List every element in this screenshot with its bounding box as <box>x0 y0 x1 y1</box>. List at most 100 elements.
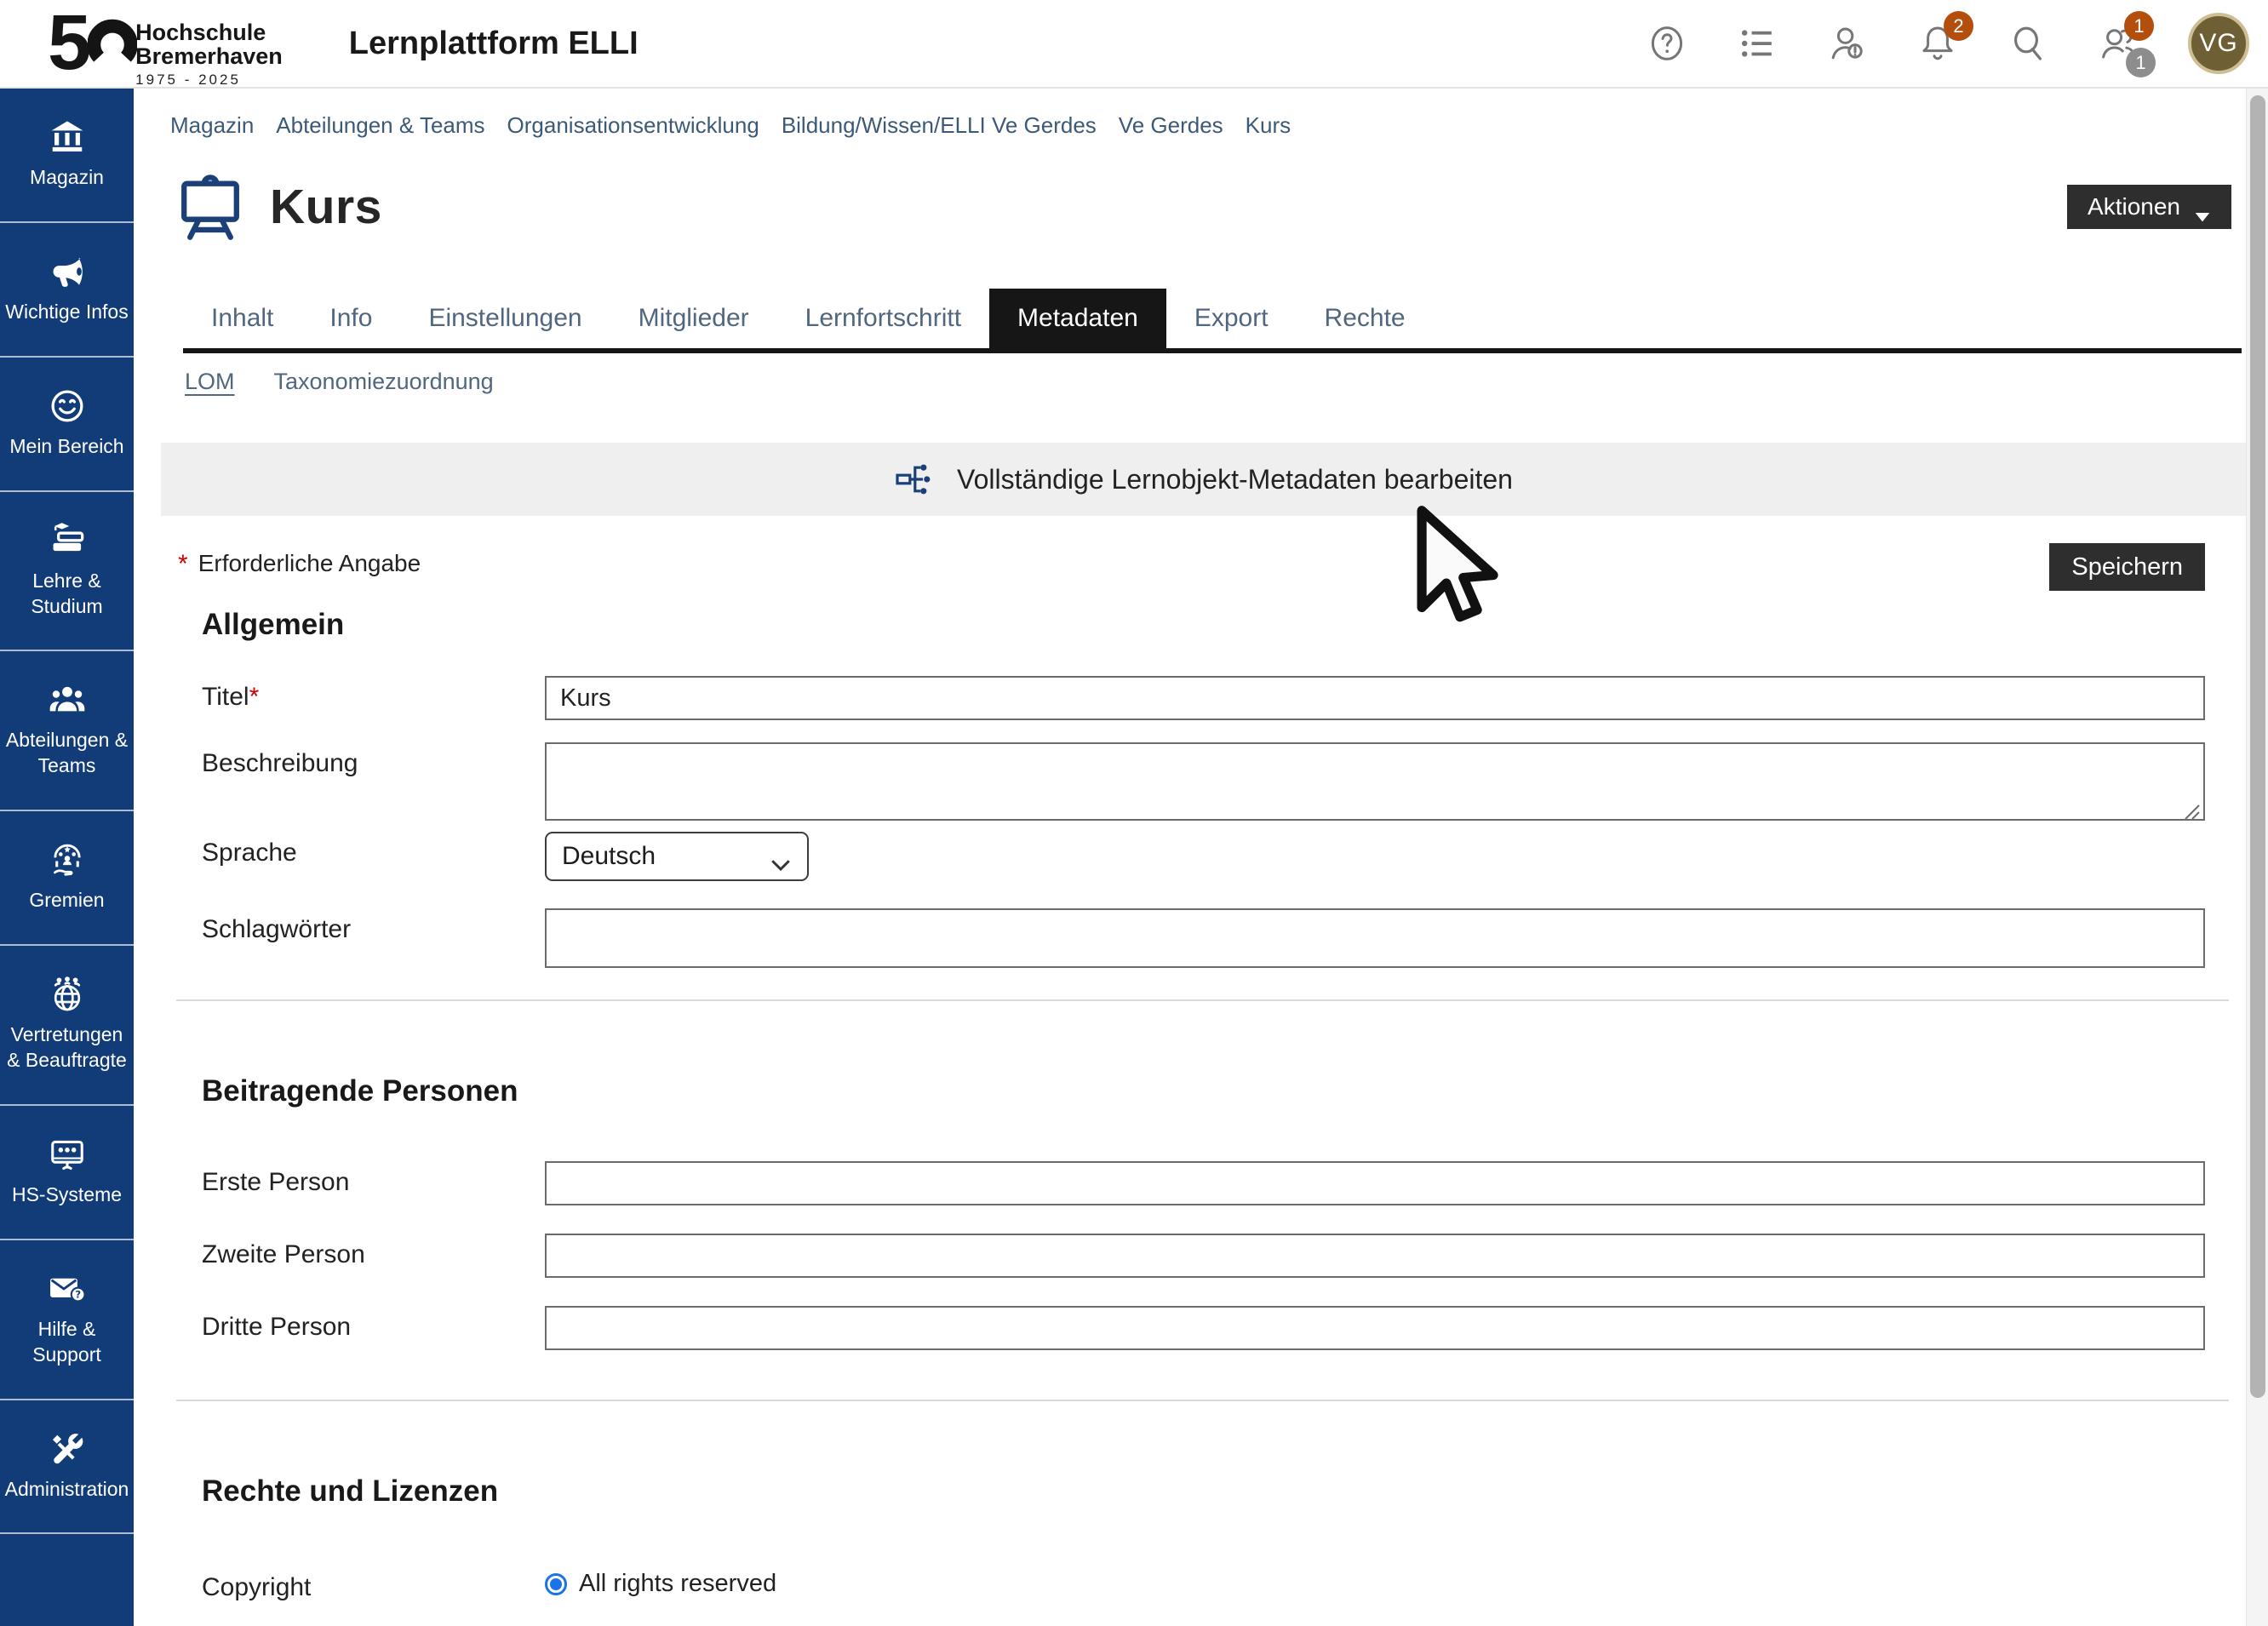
zweite-person-input[interactable] <box>545 1234 2205 1278</box>
tab-inhalt[interactable]: Inhalt <box>183 289 301 348</box>
sidebar-item-label: Vertretungen & Beauftragte <box>4 1022 129 1074</box>
badge-count: 1 <box>2124 11 2154 41</box>
dritte-person-input[interactable] <box>545 1306 2205 1350</box>
sprache-label: Sprache <box>202 832 545 867</box>
smiley-icon <box>48 386 87 426</box>
breadcrumb-bildung-wissen: Bildung/Wissen/ELLI Ve Gerdes › <box>782 112 1097 139</box>
gremien-icon <box>48 840 87 879</box>
metadata-tree-icon <box>894 459 935 500</box>
mail-question-icon: ? <box>48 1269 87 1308</box>
top-bar: 5 Hochschule Bremerhaven 1975 - 2025 Ler… <box>0 0 2268 89</box>
dritte-person-label: Dritte Person <box>202 1306 545 1342</box>
resize-grip-icon[interactable] <box>2182 802 2201 821</box>
field-row-erste-person: Erste Person <box>202 1161 2205 1205</box>
tools-icon <box>48 1429 87 1469</box>
copyright-radio[interactable] <box>545 1573 567 1595</box>
sidebar-item-wichtige-infos[interactable]: Wichtige Infos <box>0 223 134 358</box>
breadcrumb-abteilungen-teams: Abteilungen & Teams › <box>276 112 484 139</box>
aktionen-button[interactable]: Aktionen <box>2067 185 2231 229</box>
caret-down-icon <box>2194 202 2211 213</box>
schlagwoerter-label: Schlagwörter <box>202 908 545 944</box>
tab-mitglieder[interactable]: Mitglieder <box>610 289 777 348</box>
globe-people-icon <box>48 975 87 1014</box>
form-header: * Erforderliche Angabe Speichern <box>178 543 2205 591</box>
save-button[interactable]: Speichern <box>2049 543 2205 591</box>
subtab-label: LOM <box>185 369 235 394</box>
tab-label: Einstellungen <box>428 304 581 333</box>
field-row-dritte-person: Dritte Person <box>202 1306 2205 1350</box>
titel-input[interactable] <box>545 676 2205 720</box>
tab-bar: Inhalt Info Einstellungen Mitglieder Ler… <box>183 289 2242 353</box>
scrollbar-thumb[interactable] <box>2250 95 2265 1398</box>
sidebar-item-abteilungen-teams[interactable]: Abteilungen & Teams <box>0 651 134 811</box>
breadcrumb-kurs: Kurs › <box>1246 112 1291 139</box>
subtab-taxonomiezuordnung[interactable]: Taxonomiezuordnung <box>274 369 494 398</box>
logo-line2: Bremerhaven <box>135 44 283 68</box>
sprache-select[interactable]: Deutsch <box>545 832 809 881</box>
sidebar-item-mein-bereich[interactable]: Mein Bereich <box>0 358 134 492</box>
subtab-bar: LOM Taxonomiezuordnung <box>185 369 2246 398</box>
schlagwoerter-input[interactable] <box>545 908 2205 968</box>
sidebar-item-hilfe-support[interactable]: ? Hilfe & Support <box>0 1240 134 1400</box>
required-hint: * Erforderliche Angabe <box>178 550 421 579</box>
tab-rechte[interactable]: Rechte <box>1297 289 1434 348</box>
sidebar-item-label: Magazin <box>30 165 104 191</box>
user-status-icon[interactable] <box>1827 23 1868 64</box>
help-icon <box>1647 23 1687 64</box>
copyright-label: Copyright <box>202 1566 545 1602</box>
field-row-copyright: Copyright All rights reserved <box>202 1566 2205 1602</box>
breadcrumb-organisationsentwicklung: Organisationsentwicklung › <box>507 112 759 139</box>
tab-info[interactable]: Info <box>301 289 400 348</box>
field-row-sprache: Sprache Deutsch <box>202 832 2205 881</box>
svg-text:?: ? <box>75 1288 81 1300</box>
list-icon[interactable] <box>1737 23 1778 64</box>
subtab-lom[interactable]: LOM <box>185 369 235 398</box>
tab-label: Mitglieder <box>639 304 749 333</box>
notifications-icon[interactable]: 2 <box>1917 23 1958 64</box>
person-alert-icon <box>1827 23 1868 64</box>
copyright-option-label: All rights reserved <box>579 1570 776 1598</box>
app-window: 5 Hochschule Bremerhaven 1975 - 2025 Ler… <box>0 0 2268 1626</box>
sidebar-item-lehre-studium[interactable]: Lehre & Studium <box>0 492 134 652</box>
edit-full-metadata-banner[interactable]: Vollständige Lernobjekt-Metadaten bearbe… <box>161 443 2246 516</box>
erste-person-input[interactable] <box>545 1161 2205 1205</box>
erste-person-label: Erste Person <box>202 1161 545 1197</box>
megaphone-icon <box>48 252 87 291</box>
course-board-icon <box>175 171 246 243</box>
sidebar-item-hs-systeme[interactable]: HS-Systeme <box>0 1106 134 1240</box>
tab-export[interactable]: Export <box>1166 289 1297 348</box>
help-icon[interactable] <box>1647 23 1687 64</box>
hochschule-bremerhaven-logo: 5 Hochschule Bremerhaven 1975 - 2025 <box>48 0 283 89</box>
badge-count: 2 <box>1944 11 1973 41</box>
sidebar-item-vertretungen[interactable]: Vertretungen & Beauftragte <box>0 946 134 1106</box>
field-row-schlagwoerter: Schlagwörter <box>202 908 2205 968</box>
tab-label: Inhalt <box>211 304 273 333</box>
books-icon <box>48 521 87 560</box>
search-icon[interactable] <box>2007 23 2048 64</box>
tab-metadaten[interactable]: Metadaten <box>989 289 1166 348</box>
sidebar-item-label: Wichtige Infos <box>5 300 128 325</box>
app-title: Lernplattform ELLI <box>349 26 639 62</box>
field-row-titel: Titel* <box>202 676 2205 720</box>
tab-label: Info <box>329 304 372 333</box>
page-title: Kurs <box>270 179 382 235</box>
section-divider <box>176 1400 2229 1401</box>
main-content: Magazin › Abteilungen & Teams › Organisa… <box>134 89 2246 1626</box>
tab-lernfortschritt[interactable]: Lernfortschritt <box>777 289 989 348</box>
bank-icon <box>48 117 87 157</box>
avatar[interactable]: VG <box>2188 13 2249 74</box>
tab-label: Export <box>1194 304 1269 333</box>
tab-einstellungen[interactable]: Einstellungen <box>400 289 610 348</box>
people-group-icon <box>48 680 87 719</box>
breadcrumb: Magazin › Abteilungen & Teams › Organisa… <box>170 112 2246 139</box>
sidebar-item-magazin[interactable]: Magazin <box>0 89 134 223</box>
topbar-icons: 2 1 1 V <box>1647 13 2268 74</box>
avatar-initials: VG <box>2188 13 2249 74</box>
sidebar-item-gremien[interactable]: Gremien <box>0 811 134 946</box>
sidebar-item-label: HS-Systeme <box>12 1182 122 1208</box>
logo-number: 5 <box>48 11 88 75</box>
sidebar-item-administration[interactable]: Administration <box>0 1400 134 1535</box>
section-divider <box>176 999 2229 1001</box>
members-online-icon[interactable]: 1 1 <box>2098 23 2139 64</box>
beschreibung-textarea[interactable] <box>545 742 2205 821</box>
